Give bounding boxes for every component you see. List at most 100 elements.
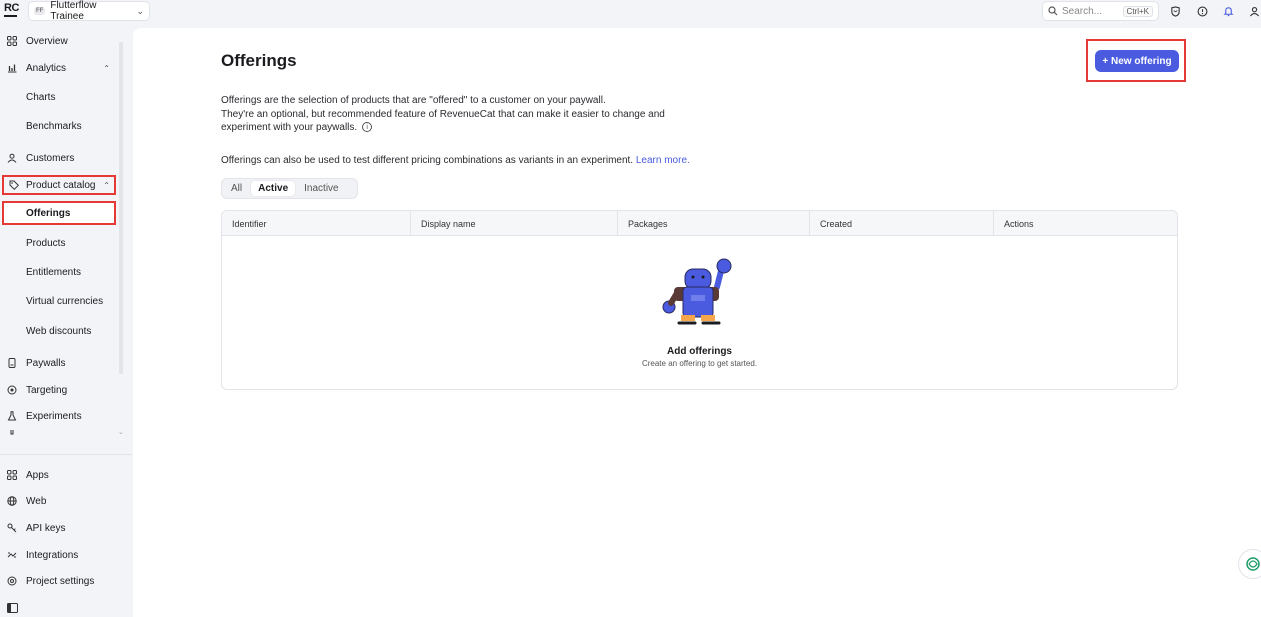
search-input[interactable]: Search... Ctrl+K	[1042, 1, 1159, 21]
sidebar-scrollbar[interactable]	[119, 42, 123, 374]
search-shortcut: Ctrl+K	[1122, 5, 1153, 17]
experiment-note-text: Offerings can also be used to test diffe…	[221, 155, 634, 166]
apps-icon	[6, 469, 18, 481]
sidebar-item-entitlements[interactable]: Entitlements	[0, 262, 118, 282]
search-placeholder: Search...	[1062, 5, 1103, 17]
tab-inactive[interactable]: Inactive	[297, 181, 345, 196]
settings-icon	[6, 575, 18, 587]
tab-active[interactable]: Active	[251, 181, 296, 196]
table-header: Identifier Display name Packages Created…	[222, 211, 1177, 236]
sidebar-item-label: Products	[26, 237, 66, 249]
chevron-up-icon: ⌃	[103, 180, 110, 190]
empty-state-subtitle: Create an offering to get started.	[641, 359, 758, 368]
phone-icon	[6, 357, 18, 369]
empty-state-illustration	[659, 257, 739, 334]
sidebar-item-label: Targeting	[26, 384, 68, 396]
revenuecat-logo[interactable]: RC	[4, 3, 20, 19]
sidebar-item-api-keys[interactable]: API keys	[0, 518, 118, 538]
page-title: Offerings	[221, 51, 297, 70]
sidebar-item-experiments[interactable]: Experiments	[0, 406, 118, 426]
description-line: Offerings are the selection of products …	[221, 95, 606, 106]
sidebar-item-products[interactable]: Products	[0, 233, 118, 253]
logo-text: RC	[4, 2, 19, 14]
sidebar-item-offerings[interactable]: Offerings	[2, 201, 116, 225]
description-line: They're an optional, but recommended fea…	[221, 108, 665, 120]
sidebar-item-overview[interactable]: Overview	[0, 31, 118, 51]
grid-icon	[6, 35, 18, 47]
project-switcher[interactable]: FF Flutterflow Trainee ⌄	[28, 0, 150, 22]
globe-icon	[6, 495, 18, 507]
sidebar-item-targeting[interactable]: Targeting	[0, 380, 118, 400]
sidebar-item-label: Experiments	[26, 410, 82, 422]
sidebar-item-paywalls[interactable]: Paywalls	[0, 353, 118, 373]
chart-icon	[6, 62, 18, 74]
new-offering-button[interactable]: + New offering	[1095, 50, 1179, 72]
chevron-down-icon: ⌄	[136, 5, 144, 16]
sidebar-item-virtual-currencies[interactable]: Virtual currencies	[0, 291, 118, 311]
sidebar-item-benchmarks[interactable]: Benchmarks	[0, 116, 118, 136]
column-header-actions: Actions	[1004, 218, 1034, 229]
project-name: Flutterflow Trainee	[50, 0, 97, 22]
column-header-display-name[interactable]: Display name	[411, 211, 618, 236]
main-content: Offerings + New offering Offerings are t…	[133, 28, 1261, 617]
sidebar-item-label: Integrations	[26, 549, 79, 561]
offerings-table: Identifier Display name Packages Created…	[221, 210, 1178, 390]
collapse-sidebar-button[interactable]	[0, 598, 118, 617]
sidebar-item-label: Customers	[26, 152, 75, 164]
project-badge: FF	[34, 7, 46, 15]
sidebar-item-integrations[interactable]: Integrations	[0, 545, 118, 565]
sidebar-item-apps[interactable]: Apps	[0, 465, 118, 485]
offerings-description: Offerings are the selection of products …	[221, 94, 691, 135]
user-icon	[6, 152, 18, 164]
sidebar-item-label: Offerings	[26, 208, 71, 219]
description-line: experiment with your paywalls.	[221, 122, 358, 133]
assistant-floating-button[interactable]	[1238, 549, 1261, 579]
top-bar: RC FF Flutterflow Trainee ⌄ Search... Ct…	[0, 0, 1261, 26]
sidebar-item-label: Benchmarks	[26, 120, 82, 132]
sidebar-item-analytics[interactable]: Analytics ⌃	[0, 58, 118, 78]
key-icon	[6, 522, 18, 534]
shield-icon[interactable]	[1169, 5, 1181, 17]
sidebar-item-label: Entitlements	[26, 266, 82, 278]
column-header-identifier[interactable]: Identifier	[222, 211, 411, 236]
sidebar-item-funnels-partial[interactable]	[0, 430, 118, 436]
new-offering-highlight: + New offering	[1086, 39, 1186, 82]
sidebar-item-label: Paywalls	[26, 357, 66, 369]
funnel-icon	[6, 430, 18, 436]
scroll-down-icon[interactable]: ⌄	[118, 428, 124, 436]
integrations-icon	[6, 549, 18, 561]
chevron-up-icon: ⌃	[103, 63, 110, 73]
empty-state-title: Add offerings	[667, 346, 732, 357]
sidebar-item-label: Project settings	[26, 575, 95, 587]
status-filter-tabs: All Active Inactive	[221, 178, 358, 199]
target-icon	[6, 384, 18, 396]
column-header-packages[interactable]: Packages	[618, 211, 810, 236]
sidebar-item-label: Overview	[26, 35, 68, 47]
assistant-icon	[1246, 557, 1260, 571]
user-icon[interactable]	[1248, 5, 1260, 17]
sidebar-item-project-settings[interactable]: Project settings	[0, 571, 118, 591]
column-header-created[interactable]: Created	[810, 211, 994, 236]
help-icon[interactable]	[1196, 5, 1208, 17]
sidebar-item-label: API keys	[26, 522, 66, 534]
sidebar-item-label: Apps	[26, 469, 49, 481]
sidebar-item-label: Virtual currencies	[26, 295, 104, 307]
sidebar-item-label: Charts	[26, 91, 56, 103]
sidebar-item-label: Web discounts	[26, 325, 92, 337]
sidebar-item-product-catalog[interactable]: Product catalog ⌃	[2, 175, 116, 195]
tag-icon	[8, 179, 20, 191]
experiment-note: Offerings can also be used to test diffe…	[221, 155, 690, 166]
sidebar-item-customers[interactable]: Customers	[0, 148, 118, 168]
flask-icon	[6, 410, 18, 422]
sidebar: Overview Analytics ⌃ Charts Benchmarks C…	[0, 26, 132, 617]
bell-icon[interactable]	[1222, 5, 1234, 17]
sidebar-item-charts[interactable]: Charts	[0, 87, 118, 107]
sidebar-item-web-discounts[interactable]: Web discounts	[0, 321, 118, 341]
learn-more-link[interactable]: Learn more.	[636, 155, 690, 166]
tab-all[interactable]: All	[224, 181, 249, 196]
sidebar-divider	[0, 454, 132, 455]
sidebar-item-web[interactable]: Web	[0, 491, 118, 511]
sidebar-item-label: Product catalog	[26, 179, 96, 191]
sidebar-item-label: Analytics	[26, 62, 67, 74]
info-icon[interactable]: i	[362, 122, 373, 133]
